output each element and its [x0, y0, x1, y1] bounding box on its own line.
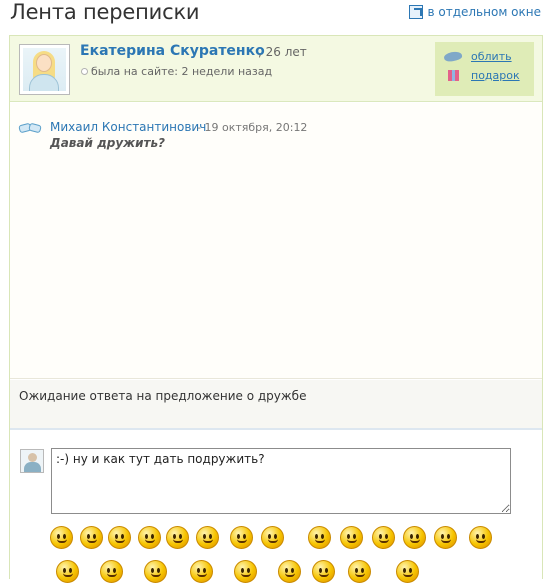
smiley-icon[interactable]	[138, 526, 161, 549]
gift-action-label: подарок	[471, 69, 520, 82]
smiley-icon[interactable]	[56, 560, 79, 583]
gift-action-link[interactable]: подарок	[444, 69, 520, 82]
user-age: , 26 лет	[258, 45, 307, 59]
gift-icon	[448, 70, 459, 81]
smiley-panel	[50, 524, 510, 584]
profile-bar: Екатерина Скуратенко , 26 лет была на са…	[10, 36, 542, 102]
dolphin-icon	[443, 50, 463, 63]
online-status-text: была на сайте: 2 недели назад	[91, 65, 273, 78]
smiley-icon[interactable]	[50, 526, 73, 549]
message-input[interactable]	[51, 448, 511, 514]
user-name-link[interactable]: Екатерина Скуратенко	[80, 43, 265, 59]
smiley-icon[interactable]	[108, 526, 131, 549]
actions-box: облить подарок	[435, 42, 534, 96]
page-title: Лента переписки	[10, 0, 200, 24]
smiley-icon[interactable]	[80, 526, 103, 549]
splash-action-link[interactable]: облить	[443, 50, 512, 63]
message-author-link[interactable]: Михаил Константинович	[50, 120, 206, 134]
smiley-icon[interactable]	[234, 560, 257, 583]
smiley-icon[interactable]	[196, 526, 219, 549]
avatar[interactable]	[19, 44, 70, 95]
smiley-icon[interactable]	[312, 560, 335, 583]
smiley-icon[interactable]	[261, 526, 284, 549]
open-in-window-link[interactable]: в отдельном окне	[409, 5, 541, 19]
smiley-icon[interactable]	[348, 560, 371, 583]
smiley-icon[interactable]	[403, 526, 426, 549]
message-text: Давай дружить?	[50, 136, 166, 150]
open-window-icon	[409, 5, 424, 19]
smiley-icon[interactable]	[469, 526, 492, 549]
smiley-icon[interactable]	[340, 526, 363, 549]
smiley-icon[interactable]	[434, 526, 457, 549]
my-avatar	[20, 449, 44, 473]
smiley-icon[interactable]	[190, 560, 213, 583]
offline-dot-icon	[81, 68, 88, 75]
message-feed: Михаил Константинович - 19 октября, 20:1…	[10, 103, 542, 379]
online-status: была на сайте: 2 недели назад	[81, 65, 272, 78]
smiley-icon[interactable]	[308, 526, 331, 549]
friendship-status-text: Ожидание ответа на предложение о дружбе	[19, 389, 307, 403]
smiley-icon[interactable]	[396, 560, 419, 583]
compose-area	[10, 432, 542, 583]
smiley-icon[interactable]	[100, 560, 123, 583]
smiley-icon[interactable]	[372, 526, 395, 549]
splash-action-label: облить	[471, 50, 512, 63]
smiley-icon[interactable]	[166, 526, 189, 549]
message-time: - 19 октября, 20:12	[197, 121, 308, 134]
smiley-icon[interactable]	[230, 526, 253, 549]
smiley-icon[interactable]	[278, 560, 301, 583]
friendship-status-area: Ожидание ответа на предложение о дружбе	[10, 380, 542, 430]
friendship-handshake-icon	[18, 121, 42, 135]
open-in-window-label: в отдельном окне	[427, 5, 541, 19]
smiley-icon[interactable]	[144, 560, 167, 583]
